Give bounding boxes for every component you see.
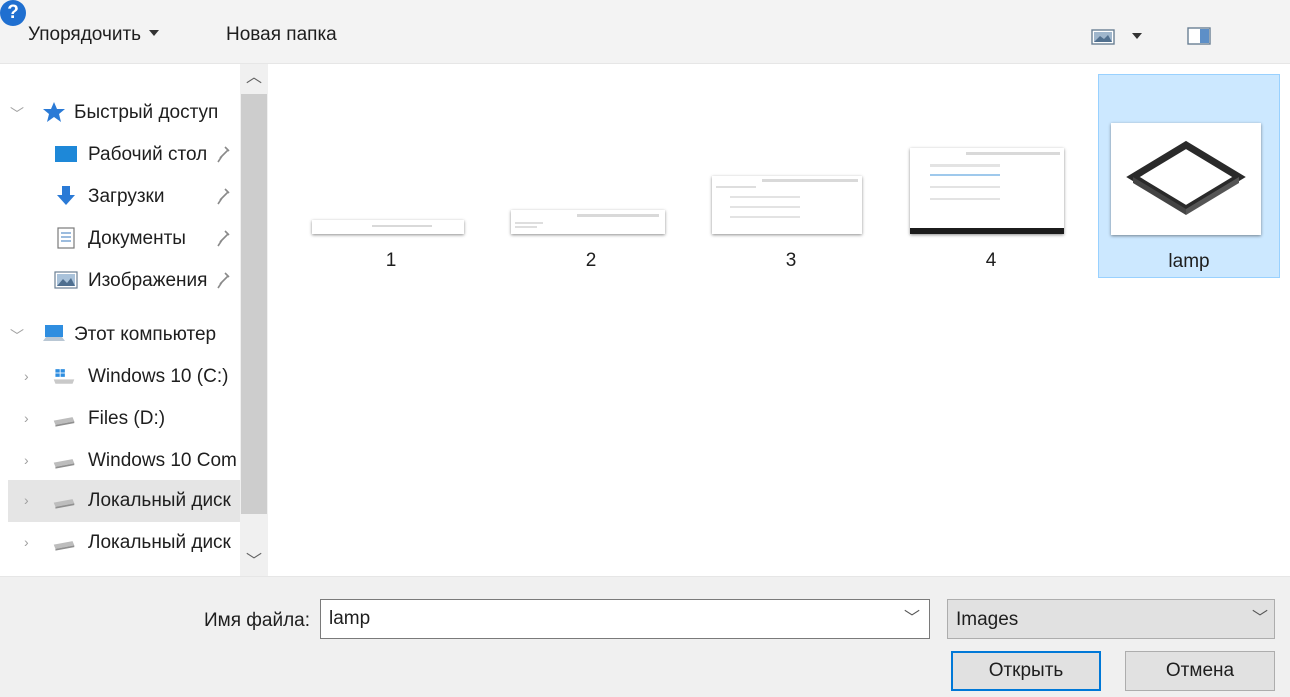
file-item-selected[interactable]: lamp xyxy=(1098,74,1280,278)
nav-label: Локальный диск xyxy=(88,532,231,553)
star-icon xyxy=(43,102,65,122)
file-thumbnail xyxy=(712,176,862,234)
filename-input[interactable] xyxy=(320,599,930,639)
file-name: 4 xyxy=(985,250,997,271)
chevron-right-icon[interactable]: › xyxy=(24,492,29,508)
nav-item-downloads[interactable]: Загрузки xyxy=(0,176,240,218)
pin-icon xyxy=(217,230,230,247)
downloads-icon xyxy=(57,186,75,205)
toolbar: Упорядочить Новая папка ? xyxy=(0,0,1290,64)
sidebar-scrollbar[interactable]: ︿ ﹀ xyxy=(240,64,268,576)
open-button[interactable]: Открыть xyxy=(951,651,1101,691)
file-name: 3 xyxy=(785,250,797,271)
filename-label: Имя файла: xyxy=(204,610,311,631)
dialog-footer: Имя файла: ﹀ Images ﹀ Открыть Отмена xyxy=(0,576,1290,697)
nav-label: Рабочий стол xyxy=(88,144,208,165)
nav-item-documents[interactable]: Документы xyxy=(0,218,240,260)
chevron-right-icon[interactable]: › xyxy=(24,410,29,426)
nav-item-desktop[interactable]: Рабочий стол xyxy=(0,134,240,176)
navigation-pane: ﹀ Быстрый доступ Рабочий стол Загрузки Д… xyxy=(0,64,268,576)
organize-label: Упорядочить xyxy=(28,24,142,45)
nav-quick-access[interactable]: ﹀ Быстрый доступ xyxy=(0,92,240,134)
file-name: lamp xyxy=(1168,251,1210,272)
nav-label: Этот компьютер xyxy=(74,324,217,345)
drive-icon xyxy=(53,459,75,469)
scroll-thumb[interactable] xyxy=(241,94,267,514)
nav-label: Files (D:) xyxy=(88,408,166,429)
file-thumbnail xyxy=(1111,123,1261,235)
pin-icon xyxy=(217,188,230,205)
file-name: 1 xyxy=(385,250,397,271)
organize-button[interactable]: Упорядочить xyxy=(28,24,160,46)
pin-icon xyxy=(217,146,230,163)
nav-label: Быстрый доступ xyxy=(74,102,219,123)
preview-pane-icon[interactable] xyxy=(1186,22,1212,50)
nav-item-pictures[interactable]: Изображения xyxy=(0,260,240,302)
nav-label: Локальный диск xyxy=(88,490,231,511)
drive-icon xyxy=(53,541,75,551)
help-icon[interactable]: ? xyxy=(0,0,26,26)
chevron-right-icon[interactable]: › xyxy=(24,534,29,550)
chevron-right-icon[interactable]: › xyxy=(24,452,29,468)
file-item[interactable]: 2 xyxy=(508,74,674,288)
file-thumbnail xyxy=(312,220,464,234)
file-thumbnail xyxy=(910,148,1064,234)
file-item[interactable]: 1 xyxy=(308,74,474,288)
change-view-icon[interactable] xyxy=(1090,22,1116,50)
scroll-down-icon[interactable]: ﹀ xyxy=(240,548,268,576)
computer-icon xyxy=(43,325,65,341)
documents-icon xyxy=(57,227,75,249)
file-item[interactable]: 4 xyxy=(908,74,1074,288)
nav-label: Windows 10 (C:) xyxy=(88,366,229,387)
cancel-button[interactable]: Отмена xyxy=(1125,651,1275,691)
new-folder-button[interactable]: Новая папка xyxy=(226,24,337,46)
desktop-icon xyxy=(55,146,77,162)
file-thumbnail xyxy=(511,210,665,234)
filetype-select[interactable]: Images xyxy=(947,599,1275,639)
file-list: 1 2 3 4 lamp xyxy=(268,64,1290,576)
chevron-down-icon xyxy=(149,29,160,36)
nav-this-pc[interactable]: ﹀ Этот компьютер xyxy=(0,314,240,356)
scroll-up-icon[interactable]: ︿ xyxy=(240,64,268,92)
nav-drive-d[interactable]: › Files (D:) xyxy=(0,398,240,440)
chevron-expanded-icon[interactable]: ﹀ xyxy=(10,326,24,346)
nav-label: Документы xyxy=(88,228,186,249)
nav-label: Windows 10 Compact xyxy=(88,450,238,471)
nav-local-disk-selected[interactable]: › Локальный диск xyxy=(8,480,240,522)
windows-drive-icon xyxy=(53,369,75,384)
nav-label: Изображения xyxy=(88,270,208,291)
nav-drive-c[interactable]: › Windows 10 (C:) xyxy=(0,356,240,398)
drive-icon xyxy=(53,499,75,509)
filetype-chevron-icon[interactable]: ﹀ xyxy=(1250,605,1270,633)
filetype-value: Images xyxy=(956,609,1019,630)
filename-history-chevron-icon[interactable]: ﹀ xyxy=(900,605,924,633)
lamp-image xyxy=(1126,140,1246,215)
pictures-icon xyxy=(54,271,78,289)
file-name: 2 xyxy=(585,250,597,271)
pin-icon xyxy=(217,272,230,289)
nav-drive-compact[interactable]: › Windows 10 Compact xyxy=(0,440,240,482)
nav-label: Загрузки xyxy=(88,186,165,207)
chevron-right-icon[interactable]: › xyxy=(24,368,29,384)
drive-icon xyxy=(53,417,75,427)
nav-local-disk[interactable]: › Локальный диск xyxy=(0,522,240,564)
chevron-expanded-icon[interactable]: ﹀ xyxy=(10,104,24,124)
file-item[interactable]: 3 xyxy=(708,74,874,288)
view-menu-chevron-icon[interactable] xyxy=(1132,33,1142,39)
